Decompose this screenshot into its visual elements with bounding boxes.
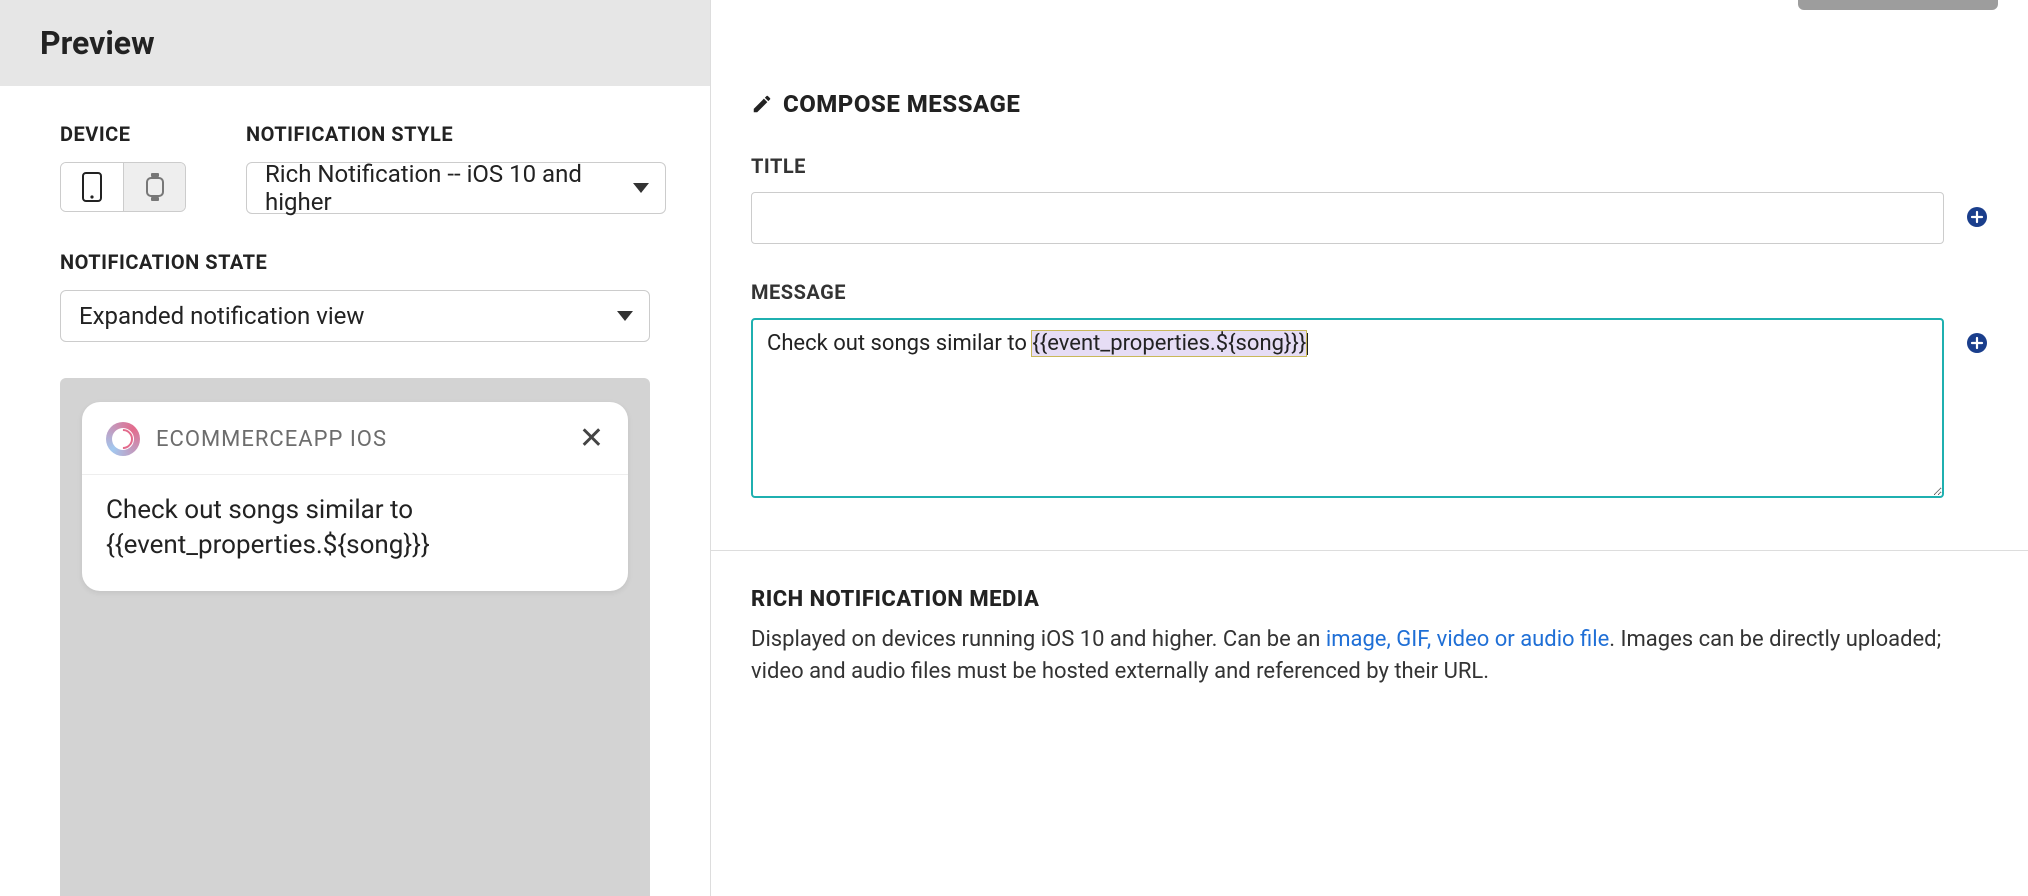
device-label: DEVICE (60, 122, 186, 146)
notification-style-label: NOTIFICATION STYLE (246, 122, 666, 146)
notification-state-value: Expanded notification view (79, 302, 364, 330)
preview-title: Preview (40, 24, 670, 62)
plus-circle-icon (1966, 332, 1988, 354)
notification-style-value: Rich Notification -- iOS 10 and higher (265, 160, 633, 216)
preview-panel: Preview DEVICE (0, 0, 710, 896)
device-watch-button[interactable] (123, 163, 185, 211)
message-label: MESSAGE (751, 280, 1988, 304)
notification-card: ECOMMERCEAPP IOS ✕ Check out songs simil… (82, 402, 628, 591)
notification-state-label: NOTIFICATION STATE (60, 250, 650, 274)
plus-circle-icon (1966, 206, 1988, 228)
title-label: TITLE (751, 154, 1988, 178)
app-name: ECOMMERCEAPP IOS (156, 427, 563, 452)
rich-media-heading: RICH NOTIFICATION MEDIA (751, 587, 1988, 612)
edit-icon (751, 93, 773, 115)
app-icon (106, 422, 140, 456)
notification-style-select[interactable]: Rich Notification -- iOS 10 and higher (246, 162, 666, 214)
notification-body: Check out songs similar to {{event_prope… (82, 475, 628, 591)
device-preview-area: ECOMMERCEAPP IOS ✕ Check out songs simil… (60, 378, 650, 896)
media-types-link[interactable]: image, GIF, video or audio file (1326, 627, 1609, 652)
compose-heading-text: COMPOSE MESSAGE (783, 90, 1020, 118)
compose-heading: COMPOSE MESSAGE (751, 90, 1988, 118)
chevron-down-icon (617, 311, 633, 321)
add-title-var-button[interactable] (1966, 206, 1988, 228)
phone-icon (82, 172, 102, 202)
title-input[interactable] (751, 192, 1944, 244)
partial-header-button[interactable] (1798, 0, 1998, 10)
chevron-down-icon (633, 183, 649, 193)
watch-icon (144, 172, 166, 202)
compose-panel: COMPOSE MESSAGE TITLE MESSAGE (710, 0, 2028, 896)
rich-media-description: Displayed on devices running iOS 10 and … (751, 624, 1988, 688)
message-input[interactable] (751, 318, 1944, 498)
notification-state-select[interactable]: Expanded notification view (60, 290, 650, 342)
close-icon[interactable]: ✕ (579, 424, 604, 454)
rich-text-before: Displayed on devices running iOS 10 and … (751, 627, 1326, 652)
preview-header: Preview (0, 0, 710, 86)
device-phone-button[interactable] (61, 163, 123, 211)
device-toggle-group (60, 162, 186, 212)
add-message-var-button[interactable] (1966, 332, 1988, 354)
